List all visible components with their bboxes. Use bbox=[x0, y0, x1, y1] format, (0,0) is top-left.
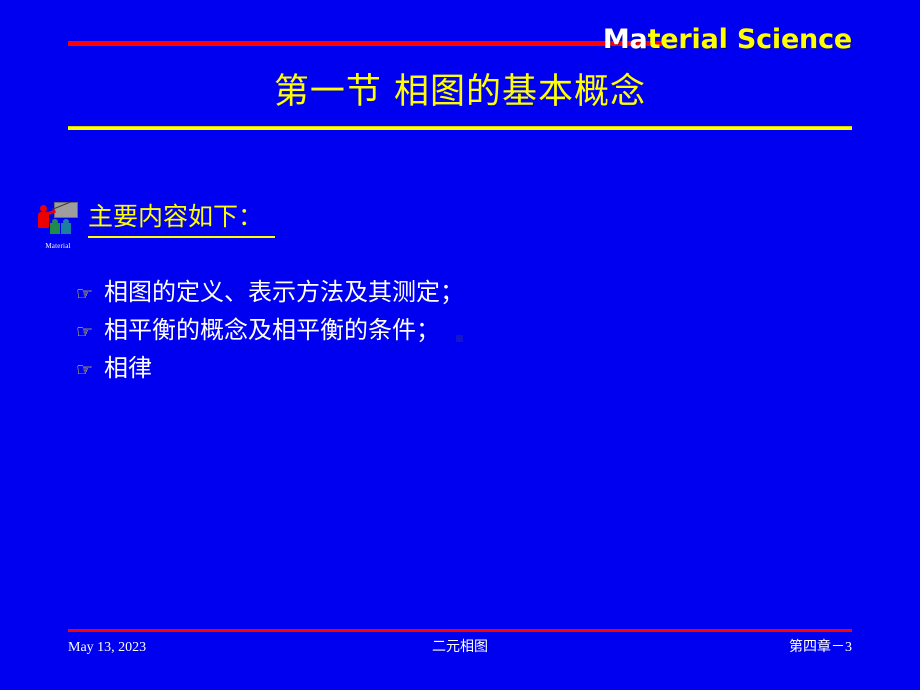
brand-title-rest: terial Science bbox=[647, 24, 853, 55]
page-title: 第一节 相图的基本概念 bbox=[273, 72, 647, 112]
list-item-label: 相律 bbox=[104, 354, 152, 382]
list-item: ☞ 相平衡的概念及相平衡的条件； bbox=[76, 312, 836, 348]
list-item: ☞ 相律 bbox=[76, 350, 836, 386]
title-divider bbox=[68, 126, 852, 130]
section-heading-label: 主要内容如下： bbox=[88, 200, 276, 238]
list-item-label: 相图的定义、表示方法及其测定； bbox=[104, 278, 464, 306]
footer-subject: 二元相图 bbox=[432, 640, 488, 655]
footer-page-number: 第四章－3 bbox=[789, 640, 852, 655]
presenter-lecture-icon: Material bbox=[38, 201, 78, 250]
pointing-hand-icon: ☞ bbox=[76, 359, 94, 381]
list-item: ☞ 相图的定义、表示方法及其测定； bbox=[76, 274, 836, 310]
presenter-head-icon bbox=[40, 205, 47, 212]
footer-date: May 13, 2023 bbox=[68, 640, 147, 655]
list-item-label: 相平衡的概念及相平衡的条件； bbox=[104, 316, 440, 344]
pointing-hand-icon: ☞ bbox=[76, 283, 94, 305]
section-heading-block: Material 主要内容如下： bbox=[38, 200, 276, 250]
audience-person-teal-icon bbox=[61, 219, 71, 234]
header-divider bbox=[68, 41, 662, 46]
brand-title: Material Science bbox=[603, 24, 852, 56]
stray-artifact-square bbox=[456, 335, 463, 342]
footer-divider bbox=[68, 629, 852, 632]
brand-title-lead: Ma bbox=[602, 24, 648, 55]
slide-footer: May 13, 2023 二元相图 第四章－3 bbox=[68, 637, 852, 659]
audience-person-green-icon bbox=[50, 219, 60, 234]
content-bullet-list: ☞ 相图的定义、表示方法及其测定； ☞ 相平衡的概念及相平衡的条件； ☞ 相律 bbox=[76, 274, 836, 388]
clipart-caption: Material bbox=[45, 242, 71, 250]
pointing-hand-icon: ☞ bbox=[76, 321, 94, 343]
slide-canvas: Material Science 第一节 相图的基本概念 Material 主要… bbox=[0, 0, 920, 690]
